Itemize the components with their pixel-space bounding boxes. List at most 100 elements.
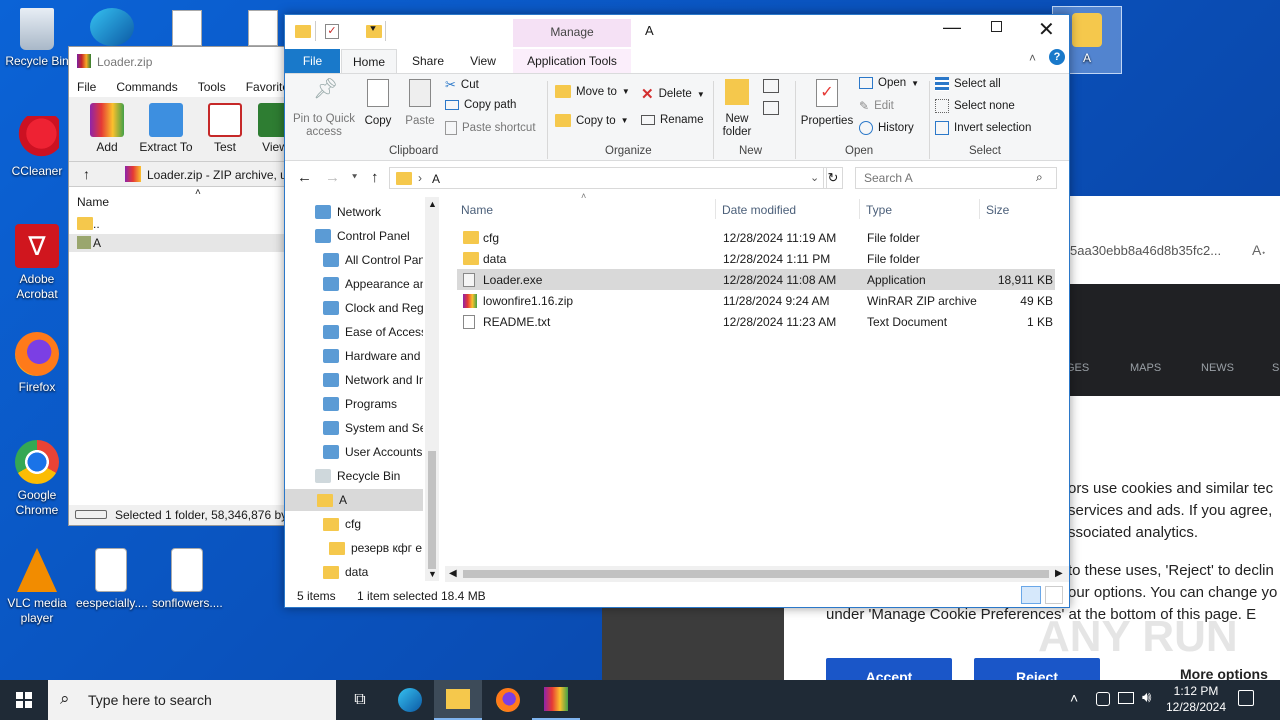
new-folder-button[interactable]: New folder — [717, 79, 757, 139]
copy-button[interactable]: Copy — [361, 79, 395, 128]
taskbar-search-box[interactable]: ⌕ Type here to search — [48, 680, 336, 720]
menu-file[interactable]: File — [77, 80, 96, 97]
address-dropdown-icon[interactable]: ⌄ — [810, 171, 819, 184]
tab-more[interactable]: S — [1272, 362, 1279, 374]
desktop-icon-firefox[interactable]: Firefox — [2, 332, 72, 395]
desktop-icon-recycle-bin[interactable]: Recycle Bin — [2, 8, 72, 69]
scroll-right-icon[interactable]: ▶ — [1055, 568, 1063, 579]
tab-view[interactable]: View — [457, 49, 509, 73]
extract-to-button[interactable]: Extract To — [139, 103, 193, 154]
select-none-button[interactable]: Select none — [935, 99, 1015, 113]
recent-locations-icon[interactable]: ⯆ — [351, 172, 358, 183]
column-name[interactable]: Name — [461, 203, 493, 217]
close-icon[interactable]: ✕ — [1038, 17, 1055, 42]
file-row[interactable]: lowonfire1.16.zip 11/28/2024 9:24 AM WinRA… — [457, 290, 1055, 311]
desktop-icon-adobe-acrobat[interactable]: ∇ Adobe Acrobat — [2, 224, 72, 302]
taskbar-winrar[interactable] — [532, 680, 580, 720]
tab-maps[interactable]: MAPS — [1130, 362, 1161, 374]
back-arrow-icon[interactable]: ← — [297, 169, 312, 186]
edge-desktop-icon[interactable] — [90, 8, 134, 46]
file-row[interactable]: Loader.exe 12/28/2024 11:08 AM Application… — [457, 269, 1055, 290]
select-all-button[interactable]: Select all — [935, 77, 1001, 91]
column-size[interactable]: Size — [986, 203, 1009, 217]
menu-tools[interactable]: Tools — [198, 80, 226, 97]
taskbar-file-explorer[interactable] — [434, 680, 482, 720]
desktop-icon-vlc[interactable]: VLC media player — [2, 548, 72, 626]
up-arrow-icon[interactable]: ↑ — [83, 166, 90, 182]
easy-access-icon[interactable] — [763, 101, 779, 115]
copy-to-button[interactable]: Copy to ▼ — [555, 114, 629, 127]
start-button[interactable] — [0, 680, 48, 720]
column-name[interactable]: Name — [77, 195, 109, 209]
desktop-icon-ccleaner[interactable]: CCleaner — [2, 116, 72, 179]
nav-item[interactable]: Programs — [323, 393, 423, 415]
history-button[interactable]: History — [859, 121, 914, 135]
nav-item[interactable]: All Control Panel Items — [323, 249, 423, 271]
network-icon[interactable] — [1118, 692, 1134, 704]
up-arrow-icon[interactable]: ↑ — [371, 169, 379, 186]
nav-item[interactable]: A — [285, 489, 423, 511]
collapse-ribbon-icon[interactable]: ˄ — [1029, 51, 1036, 65]
device-icon[interactable] — [1096, 692, 1110, 706]
taskbar-edge[interactable] — [386, 680, 434, 720]
copy-path-button[interactable]: Copy path — [445, 99, 516, 111]
nav-scrollbar[interactable]: ▲ ▼ — [425, 197, 439, 581]
cut-button[interactable]: ✂ Cut — [445, 77, 479, 93]
tab-file[interactable]: File — [285, 49, 340, 73]
delete-button[interactable]: ✕ Delete ▼ — [641, 85, 705, 103]
help-icon[interactable]: ? — [1049, 49, 1065, 65]
reader-mode-icon[interactable]: A˖ — [1252, 242, 1266, 258]
add-button[interactable]: Add — [85, 103, 129, 154]
tab-application-tools[interactable]: Application Tools — [513, 49, 631, 73]
test-button[interactable]: Test — [203, 103, 247, 154]
tab-home[interactable]: Home — [341, 49, 397, 73]
file-row[interactable]: data 12/28/2024 1:11 PM File folder — [457, 248, 1055, 269]
nav-item[interactable]: Ease of Access — [323, 321, 423, 343]
search-box[interactable]: ⌕ — [855, 167, 1057, 189]
invert-selection-button[interactable]: Invert selection — [935, 121, 1031, 135]
column-date-modified[interactable]: Date modified — [722, 203, 796, 217]
desktop-icon-eespecially[interactable]: eespecially.... — [76, 548, 148, 611]
nav-item[interactable]: Appearance and Personalization — [323, 273, 423, 295]
chevron-up-icon[interactable]: ˄ — [1070, 690, 1078, 706]
scroll-thumb[interactable] — [428, 451, 436, 569]
list-item[interactable]: A — [69, 234, 285, 252]
nav-item[interactable]: Recycle Bin — [315, 465, 423, 487]
nav-item[interactable]: User Accounts — [323, 441, 423, 463]
paste-button[interactable]: Paste — [403, 79, 437, 128]
file-row[interactable]: cfg 12/28/2024 11:19 AM File folder — [457, 227, 1055, 248]
address-bar[interactable]: › A ⌄ — [389, 167, 827, 189]
nav-item[interactable]: Network and Internet — [323, 369, 423, 391]
maximize-icon[interactable] — [991, 21, 1002, 32]
details-view-icon[interactable] — [1021, 586, 1041, 604]
properties-button[interactable]: ✓ Properties — [799, 79, 855, 128]
large-icons-view-icon[interactable] — [1045, 586, 1063, 604]
nav-item[interactable]: Clock and Region — [323, 297, 423, 319]
move-to-button[interactable]: Move to ▼ — [555, 85, 630, 98]
notifications-icon[interactable] — [1238, 690, 1254, 706]
horizontal-scrollbar[interactable]: ◀ ▶ — [445, 566, 1069, 582]
taskbar-firefox[interactable] — [484, 680, 532, 720]
nav-item[interactable]: резерв кфг e — [329, 537, 423, 559]
nav-item[interactable]: data — [323, 561, 423, 581]
clock[interactable]: 1:12 PM 12/28/2024 — [1160, 683, 1232, 715]
pin-quick-access-button[interactable]: 📌︎ Pin to Quick access — [289, 79, 359, 139]
scroll-thumb[interactable] — [463, 570, 1049, 578]
task-view-icon[interactable]: ⧉ — [336, 680, 384, 720]
paste-shortcut-button[interactable]: Paste shortcut — [445, 121, 536, 135]
scroll-down-icon[interactable]: ▼ — [428, 569, 437, 579]
nav-item[interactable]: System and Security — [323, 417, 423, 439]
list-item[interactable]: .. — [69, 215, 285, 233]
menu-commands[interactable]: Commands — [116, 80, 177, 97]
edit-button[interactable]: ✎ Edit — [859, 99, 894, 113]
volume-icon[interactable]: 🔊︎ — [1142, 689, 1151, 706]
nav-item[interactable]: Control Panel — [315, 225, 423, 247]
forward-arrow-icon[interactable]: → — [325, 169, 340, 186]
column-type[interactable]: Type — [866, 203, 892, 217]
scroll-up-icon[interactable]: ▲ — [428, 199, 437, 209]
desktop-icon-google-chrome[interactable]: Google Chrome — [2, 440, 72, 518]
qa-dropdown-icon[interactable]: ⯆ — [369, 24, 377, 35]
rename-button[interactable]: Rename — [641, 114, 703, 126]
open-button[interactable]: Open ▼ — [859, 77, 919, 89]
search-input[interactable] — [856, 168, 1026, 188]
